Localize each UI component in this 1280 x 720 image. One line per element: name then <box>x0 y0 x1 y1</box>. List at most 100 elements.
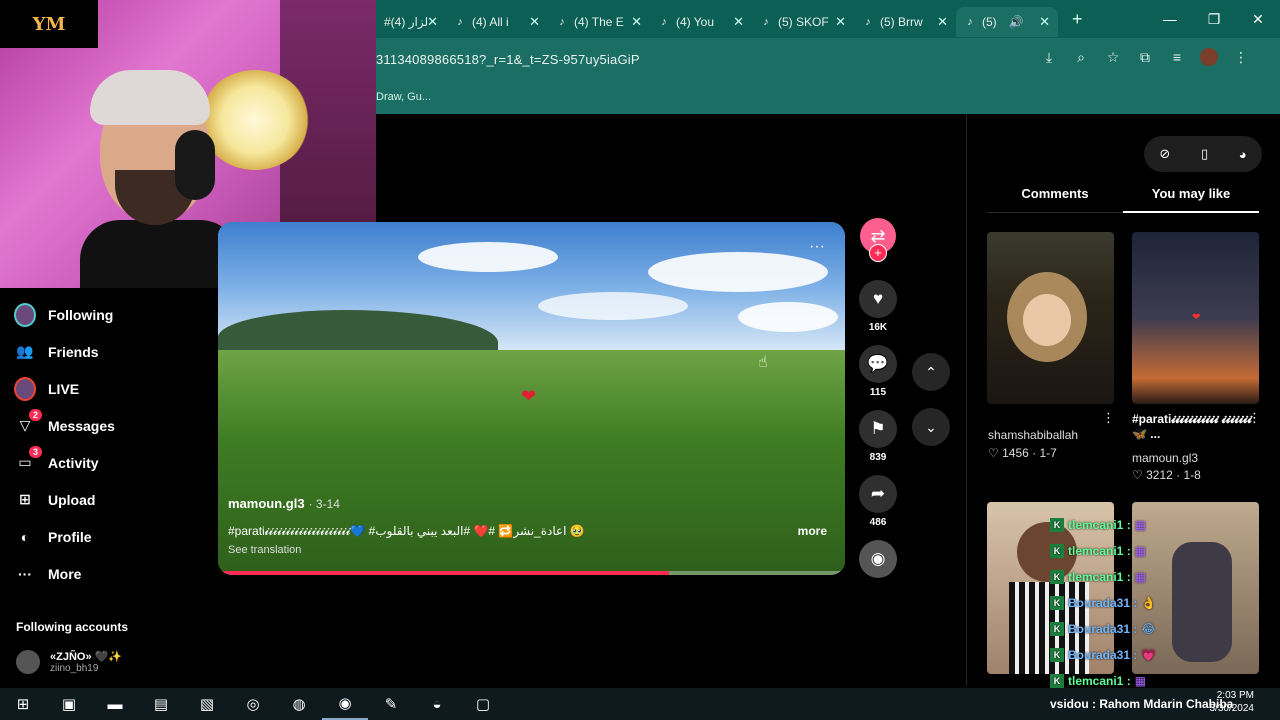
close-tab-icon[interactable]: ✕ <box>937 14 948 30</box>
menu-icon[interactable]: ⋮ <box>1232 48 1250 66</box>
browser-tab[interactable]: #(4) لزار ✕ <box>376 7 446 37</box>
headphones <box>175 130 215 200</box>
video-player[interactable]: ··· ❤ ☝ mamoun.gl3 · 3-14 #parati𝓲𝓲𝓲𝓲𝓲𝓲𝓲𝓲… <box>218 222 845 575</box>
music-disc-button[interactable]: ◉ <box>859 540 897 578</box>
app-icon[interactable]: ▧ <box>184 688 230 720</box>
video-author[interactable]: mamoun.gl3 · 3-14 <box>228 496 340 511</box>
bookmark-item[interactable]: Draw, Gu... <box>376 91 431 103</box>
browser-tab[interactable]: ♪ (4) You ✕ <box>650 7 752 37</box>
browser-tab[interactable]: ♪ (5) SKOF ✕ <box>752 7 854 37</box>
sidebar-item-messages[interactable]: ▽ 2 Messages <box>0 407 180 444</box>
discord-icon[interactable]: ◒ <box>414 688 460 720</box>
steam-icon[interactable]: ◎ <box>230 688 276 720</box>
video-caption: #parati𝓲𝓲𝓲𝓲𝓲𝓲𝓲𝓲𝓲𝓲𝓲𝓲𝓲𝓲𝓲𝓲𝓲𝓲𝓲𝓲💙 #اعادة_نشر🔁… <box>228 524 585 538</box>
phone-icon[interactable]: ▯ <box>1201 146 1208 162</box>
browser-tab[interactable]: ♪ (5) Brrw ✕ <box>854 7 956 37</box>
sidebar-item-more[interactable]: ··· More <box>0 555 180 592</box>
tiktok-icon: ♪ <box>457 16 463 28</box>
clock-time: 2:03 PM <box>1216 690 1254 701</box>
close-tab-icon[interactable]: ✕ <box>529 14 540 30</box>
media-control-icon[interactable]: ≡ <box>1168 48 1186 66</box>
maximize-icon[interactable]: ❐ <box>1192 11 1236 28</box>
window-controls: — ❐ ✕ <box>1148 0 1280 38</box>
creator-avatar-button[interactable]: ⇄ + <box>860 218 896 262</box>
comment-button[interactable]: 💬 <box>859 345 897 383</box>
card-options-icon[interactable]: ⋮ <box>1102 410 1115 426</box>
windows-start-icon[interactable]: ⊞ <box>0 688 46 720</box>
save-button[interactable]: ⚑ <box>859 410 897 448</box>
chevron-down-icon: ⌄ <box>925 418 937 435</box>
video-options-icon[interactable]: ··· <box>809 238 825 256</box>
heart-sticker-icon: ❤ <box>521 386 537 406</box>
video-progress-bar[interactable] <box>218 571 845 575</box>
share-button[interactable]: ➦ <box>859 475 897 513</box>
next-video-button[interactable]: ⌄ <box>912 408 950 446</box>
app-icon[interactable]: ✎ <box>368 688 414 720</box>
chat-line: K Bourada31 : 💗 <box>1050 642 1260 668</box>
file-explorer-icon[interactable]: ▬ <box>92 688 138 720</box>
url-field[interactable]: 31134089866518?_r=1&_t=ZS-957uy5iaGiP <box>376 52 640 67</box>
voice-changer-icon[interactable]: ▤ <box>138 688 184 720</box>
compass-icon[interactable]: ⊘ <box>1159 146 1170 162</box>
sidebar-item-friends[interactable]: 👥 Friends <box>0 333 180 370</box>
user-avatar-icon[interactable]: ◕ <box>1239 147 1247 162</box>
store-icon[interactable]: ▣ <box>46 688 92 720</box>
close-tab-icon[interactable]: ✕ <box>427 14 438 30</box>
sidebar-item-live[interactable]: LIVE <box>0 370 180 407</box>
bookmarks-bar: Draw, Gu... <box>376 80 1280 114</box>
sidebar-item-activity[interactable]: ▭ 3 Activity <box>0 444 180 481</box>
caption-more-button[interactable]: more <box>798 524 827 538</box>
card-author[interactable]: shamshabiballah <box>988 428 1078 442</box>
chat-line: K Bourada31 : 😂 <box>1050 616 1260 642</box>
sidebar-item-label: Profile <box>48 528 92 545</box>
card-author[interactable]: mamoun.gl3 <box>1132 451 1198 465</box>
new-tab-icon[interactable]: + <box>1072 9 1083 30</box>
sidebar-item-upload[interactable]: ⊞ Upload <box>0 481 180 518</box>
account-handle: ziino_bh19 <box>50 663 99 674</box>
browser-tab-active[interactable]: ♪ (5) 🔊 ✕ <box>956 7 1058 37</box>
sidebar-item-following[interactable]: Following <box>0 296 180 333</box>
system-clock[interactable]: 2:03 PM 3/30/2024 <box>1210 689 1255 715</box>
recommended-video-thumb[interactable]: ❤ <box>1132 232 1259 404</box>
chat-line: Ktlemcani1 : ▦ <box>1050 512 1260 538</box>
see-translation-link[interactable]: See translation <box>228 544 301 556</box>
tab-label: (5) Brrw <box>880 15 923 29</box>
zoom-icon[interactable]: ⌕ <box>1072 48 1090 66</box>
sidebar-item-label: Friends <box>48 343 99 360</box>
profile-avatar-icon[interactable] <box>1200 48 1218 66</box>
close-tab-icon[interactable]: ✕ <box>1039 14 1050 30</box>
panel-tabs: Comments You may like <box>987 186 1259 213</box>
browser-tab[interactable]: ♪ (4) The E ✕ <box>548 7 650 37</box>
tab-comments[interactable]: Comments <box>987 186 1123 213</box>
tiktok-icon: ♪ <box>559 16 565 28</box>
app-icon[interactable]: ◍ <box>276 688 322 720</box>
close-tab-icon[interactable]: ✕ <box>835 14 846 30</box>
more-icon: ··· <box>18 565 32 582</box>
tab-you-may-like[interactable]: You may like <box>1123 186 1259 213</box>
chat-ticker: vsidou : Rahom Mdarin Chabiba <box>1050 697 1234 711</box>
sidebar-item-profile[interactable]: ◐ Profile <box>0 518 180 555</box>
close-tab-icon[interactable]: ✕ <box>733 14 744 30</box>
extensions-icon[interactable]: ⧉ <box>1136 48 1154 66</box>
following-account[interactable]: «ZJÑO» 🖤✨ ziino_bh19 <box>16 650 122 674</box>
stream-chat-overlay: Ktlemcani1 : ▦ Ktlemcani1 : ▦ Ktlemcani1 :… <box>1050 512 1260 694</box>
streamer-shirt <box>80 220 240 288</box>
close-window-icon[interactable]: ✕ <box>1236 11 1280 28</box>
recommended-video-thumb[interactable] <box>987 232 1114 404</box>
close-tab-icon[interactable]: ✕ <box>631 14 642 30</box>
chrome-icon[interactable]: ◉ <box>322 688 368 720</box>
following-avatar-icon <box>14 302 36 327</box>
card-title[interactable]: #parati𝓲𝓲𝓲𝓲𝓲𝓲𝓲𝓲𝓲𝓲𝓲 𝓲𝓲𝓲𝓲𝓲𝓲𝓲🦋 ... <box>1132 412 1252 442</box>
like-count: 16K <box>868 322 888 333</box>
chat-badge-icon: K <box>1050 518 1064 532</box>
minimize-icon[interactable]: — <box>1148 11 1192 27</box>
speaker-icon[interactable]: 🔊 <box>1009 15 1024 29</box>
browser-tab[interactable]: ♪ (4) All i ✕ <box>446 7 548 37</box>
like-button[interactable]: ♥ <box>859 280 897 318</box>
card-options-icon[interactable]: ⋮ <box>1248 410 1261 426</box>
follow-plus-icon[interactable]: + <box>869 244 887 262</box>
previous-video-button[interactable]: ⌃ <box>912 353 950 391</box>
install-app-icon[interactable]: ⤓ <box>1040 48 1058 66</box>
app-icon[interactable]: ▢ <box>460 688 506 720</box>
bookmark-star-icon[interactable]: ☆ <box>1104 48 1122 66</box>
